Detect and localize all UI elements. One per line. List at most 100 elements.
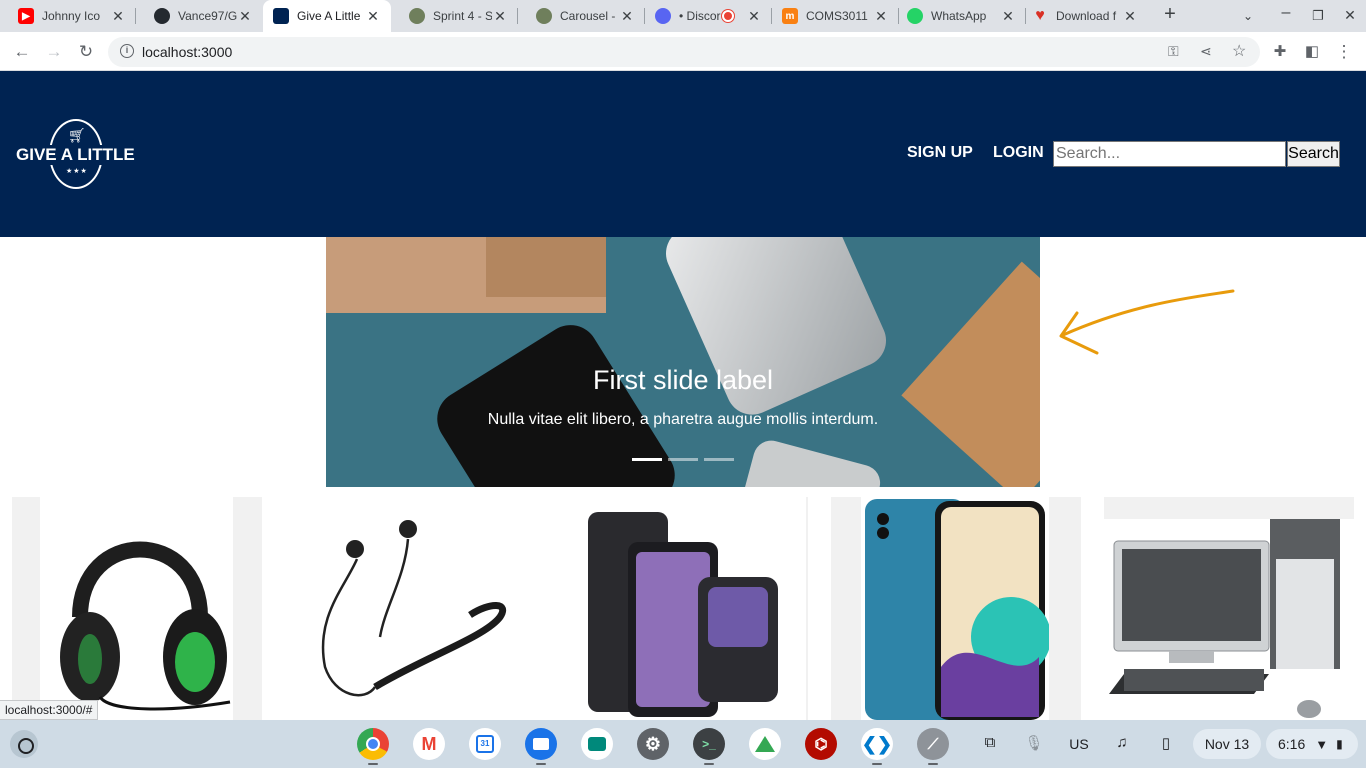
forward-icon[interactable]: → (42, 40, 66, 64)
headset-icon (60, 541, 231, 711)
files-icon[interactable] (525, 728, 557, 760)
bookmark-star-icon[interactable]: ☆ (1232, 41, 1246, 61)
tab-give-a-little[interactable]: Give A Little ✕ (263, 0, 391, 32)
close-window-icon[interactable]: ✕ (1340, 7, 1360, 24)
running-indicator (872, 763, 882, 765)
tab-carousel[interactable]: Carousel - U ✕ (518, 0, 645, 32)
tab-youtube[interactable]: ▶ Johnny Ico ✕ (0, 0, 136, 32)
close-icon[interactable]: ✕ (365, 8, 381, 25)
close-icon[interactable]: ✕ (1000, 8, 1016, 25)
github-icon (154, 8, 170, 24)
meet-icon[interactable] (581, 728, 613, 760)
launcher-button[interactable] (10, 730, 38, 758)
product-image (285, 497, 535, 720)
running-indicator (368, 763, 378, 765)
search-input[interactable] (1053, 141, 1286, 167)
signup-link[interactable]: SIGN UP (907, 144, 973, 162)
logo-text: GIVE A LITTLE (14, 145, 135, 165)
linux-app-icon[interactable]: ⟋ (917, 728, 949, 760)
status-tray[interactable]: 6:16 ▼ ▮ (1266, 729, 1358, 759)
extensions-icon[interactable]: ✚ (1268, 40, 1292, 64)
tab-title: Give A Little (297, 9, 361, 23)
desktop-computer-icon (1109, 519, 1340, 718)
tab-discord[interactable]: • Discor ✕ (645, 0, 772, 32)
product-card-gaming-headset[interactable] (12, 497, 262, 720)
battery-icon: ▮ (1336, 737, 1343, 751)
media-controls-icon[interactable]: ♫ (1112, 734, 1132, 751)
gear-favicon (536, 8, 552, 24)
carousel-indicator-2[interactable] (668, 458, 698, 461)
phone-hub-icon[interactable]: ▯ (1156, 734, 1176, 752)
slide-text: Nulla vitae elit libero, a pharetra augu… (487, 411, 879, 428)
give-a-little-favicon (273, 8, 289, 24)
close-icon[interactable]: ✕ (619, 8, 635, 25)
running-indicator (704, 763, 714, 765)
drive-icon[interactable] (749, 728, 781, 760)
carousel-indicator-3[interactable] (704, 458, 734, 461)
moodle-icon: m (782, 8, 798, 24)
microphone-icon[interactable]: 🎙︎ (1024, 734, 1044, 752)
tab-title: Vance97/G (178, 9, 237, 23)
calendar-icon[interactable]: 31 (469, 728, 501, 760)
product-image (40, 497, 233, 720)
os-shelf: M 31 ⚙ >_ ⌬ ❮❯ ⟋ ⧉ 🎙︎ US ♫ ▯ Nov 13 6:16… (0, 720, 1366, 768)
product-image (558, 497, 806, 720)
close-icon[interactable]: ✕ (237, 8, 253, 25)
terminal-icon[interactable]: >_ (693, 728, 725, 760)
keyboard-layout[interactable]: US (1068, 736, 1090, 752)
tab-github[interactable]: Vance97/G ✕ (136, 0, 263, 32)
tab-title: Sprint 4 - Sp (433, 9, 492, 23)
tab-title: Johnny Ico (42, 9, 101, 23)
product-card-flip-phone[interactable] (558, 497, 808, 720)
annotation-arrow (1059, 289, 1235, 355)
hero-carousel[interactable]: First slide label Nulla vitae elit liber… (326, 237, 1040, 487)
share-icon[interactable]: ⋖ (1200, 43, 1212, 60)
close-icon[interactable]: ✕ (110, 8, 126, 25)
tab-title: WhatsApp (931, 9, 987, 23)
address-bar[interactable]: i localhost:3000 ⚿ ⋖ ☆ (108, 37, 1260, 67)
search-button[interactable]: Search (1287, 141, 1340, 167)
tab-sprint[interactable]: Sprint 4 - Sp ✕ (391, 0, 518, 32)
heart-icon: ♥ (1035, 7, 1045, 24)
close-icon[interactable]: ✕ (492, 8, 508, 25)
site-info-icon[interactable]: i (120, 44, 134, 58)
vscode-icon[interactable]: ❮❯ (861, 728, 893, 760)
tab-title: Download f (1056, 9, 1117, 23)
close-icon[interactable]: ✕ (873, 8, 889, 25)
minimize-icon[interactable]: – (1276, 4, 1296, 22)
flip-phone-icon (588, 512, 778, 717)
close-icon[interactable]: ✕ (746, 8, 762, 25)
tab-moodle[interactable]: m COMS3011 ✕ (772, 0, 899, 32)
new-tab-button[interactable]: + (1160, 3, 1180, 26)
side-panel-icon[interactable]: ◧ (1300, 40, 1324, 64)
site-logo[interactable]: 🛒︎ GIVE A LITTLE ★★★ (14, 119, 135, 189)
restore-icon[interactable]: ❐ (1308, 8, 1328, 24)
holding-space-icon[interactable]: ⧉ (980, 734, 1000, 751)
date-tray[interactable]: Nov 13 (1193, 729, 1261, 759)
login-link[interactable]: LOGIN (993, 144, 1044, 162)
product-card-desktop-computer[interactable] (1104, 497, 1354, 720)
product-card-earphones[interactable] (285, 497, 535, 720)
discord-icon (655, 8, 671, 24)
acrobat-icon[interactable]: ⌬ (805, 728, 837, 760)
gmail-icon[interactable]: M (413, 728, 445, 760)
link-status-bar: localhost:3000/# (0, 700, 99, 720)
tab-download[interactable]: ♥ Download f ✕ (1026, 0, 1148, 32)
menu-dots-icon[interactable]: ⋮ (1332, 40, 1356, 64)
carousel-phone-image (737, 436, 885, 487)
settings-icon[interactable]: ⚙ (637, 728, 669, 760)
carousel-indicator-1[interactable] (632, 458, 662, 461)
close-icon[interactable]: ✕ (1122, 8, 1138, 25)
logo-stars-icon: ★★★ (66, 168, 88, 175)
youtube-icon: ▶ (18, 8, 34, 24)
carousel-phone-image (426, 314, 686, 487)
tab-search-icon[interactable]: ⌄ (1238, 9, 1258, 23)
tab-whatsapp[interactable]: WhatsApp ✕ (899, 0, 1026, 32)
browser-tab-strip: ▶ Johnny Ico ✕ Vance97/G ✕ Give A Little… (0, 0, 1366, 32)
product-card-smartphone[interactable] (831, 497, 1081, 720)
chrome-icon[interactable] (357, 728, 389, 760)
smartphone-icon (865, 499, 1051, 720)
reload-icon[interactable]: ↻ (74, 40, 98, 64)
key-icon[interactable]: ⚿ (1168, 43, 1179, 60)
back-icon[interactable]: ← (10, 40, 34, 64)
